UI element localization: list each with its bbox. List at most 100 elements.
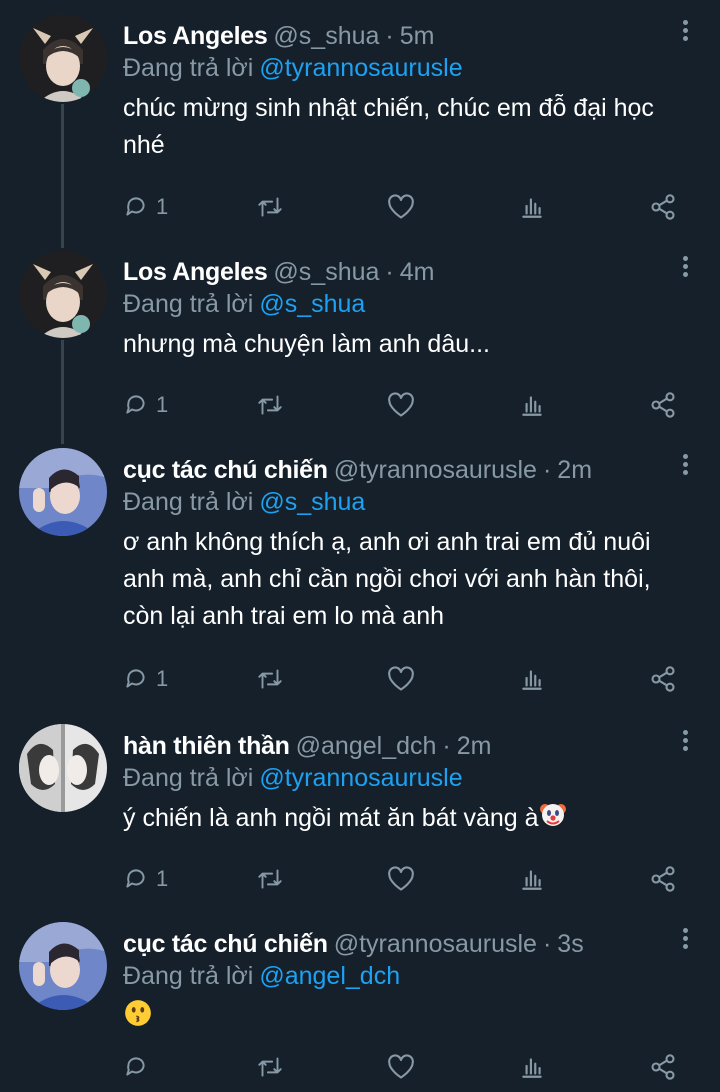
share-button[interactable] [649,864,677,894]
tweet-text: ơ anh không thích ạ, anh ơi anh trai em … [123,528,651,630]
reply-button[interactable]: 1 [123,390,168,420]
user-handle[interactable]: @tyrannosaurusle [334,456,537,484]
display-name[interactable]: Los Angeles [123,258,268,286]
user-handle[interactable]: @tyrannosaurusle [334,930,537,958]
tweet-header: hàn thiên thần @angel_dch · 2m [123,730,660,762]
user-handle[interactable]: @s_shua [273,258,379,286]
reply-button[interactable]: 1 [123,864,168,894]
action-bar [123,1052,683,1084]
retweet-button[interactable] [255,390,285,420]
timestamp[interactable]: 2m [457,732,492,760]
avatar[interactable] [19,724,107,812]
separator-dot: · [542,456,552,484]
clown-face-emoji [539,800,567,839]
avatar[interactable] [19,250,107,338]
tweet-body: ý chiến là anh ngồi mát ăn bát vàng à [123,800,692,839]
share-icon [651,666,675,692]
analytics-button[interactable] [519,390,545,420]
tweet-header: Los Angeles @s_shua · 4m [123,256,660,288]
heart-icon [388,392,414,417]
kissing-face-emoji [123,998,153,1039]
like-button[interactable] [387,664,415,694]
tweet[interactable]: hàn thiên thần @angel_dch · 2m Đang trả lời… [0,710,720,908]
reply-mention[interactable]: @angel_dch [259,962,400,990]
share-icon [651,1054,675,1080]
timestamp[interactable]: 3s [557,930,583,958]
reply-icon [126,869,145,888]
action-bar: 1 [123,864,683,896]
share-button[interactable] [649,1052,677,1082]
retweet-button[interactable] [255,664,285,694]
retweet-icon [258,669,282,689]
user-handle[interactable]: @angel_dch [296,732,437,760]
tweet[interactable]: Los Angeles @s_shua · 4m Đang trả lời @s_shu… [0,236,720,434]
tweet[interactable]: cục tác chú chiến @tyrannosaurusle · 2m Đan… [0,434,720,710]
separator-dot: · [442,732,451,760]
replying-to: Đang trả lời @tyrannosaurusle [123,52,463,84]
more-icon[interactable] [680,256,690,282]
reply-icon [126,197,145,216]
retweet-icon [258,197,282,217]
like-button[interactable] [387,864,415,894]
more-icon[interactable] [680,730,690,756]
replying-to-label: Đang trả lời [123,764,254,792]
analytics-button[interactable] [519,664,545,694]
replying-to-label: Đang trả lời [123,54,254,82]
heart-icon [388,194,414,219]
display-name[interactable]: cục tác chú chiến [123,930,328,958]
reply-mention[interactable]: @s_shua [259,290,365,318]
heart-icon [388,666,414,691]
tweet[interactable]: Los Angeles @s_shua · 5m Đang trả lời @tyran… [0,0,720,236]
retweet-button[interactable] [255,864,285,894]
reply-button[interactable]: 1 [123,664,168,694]
reply-mention[interactable]: @tyrannosaurusle [259,54,462,82]
analytics-button[interactable] [519,1052,545,1082]
timestamp[interactable]: 5m [400,22,435,50]
replying-to: Đang trả lời @angel_dch [123,960,400,992]
reply-button[interactable]: 1 [123,192,168,222]
share-icon [651,866,675,892]
avatar[interactable] [19,448,107,536]
replying-to-label: Đang trả lời [123,290,254,318]
avatar[interactable] [19,14,107,102]
share-button[interactable] [649,390,677,420]
replying-to: Đang trả lời @s_shua [123,288,365,320]
tweet-text: ý chiến là anh ngồi mát ăn bát vàng à [123,804,539,833]
action-bar: 1 [123,390,683,422]
timestamp[interactable]: 4m [400,258,435,286]
avatar[interactable] [19,922,107,1010]
share-icon [651,194,675,220]
user-handle[interactable]: @s_shua [273,22,379,50]
heart-icon [388,866,414,891]
like-button[interactable] [387,192,415,222]
tweet-text: nhưng mà chuyện làm anh dâu... [123,330,490,358]
reply-mention[interactable]: @tyrannosaurusle [259,764,462,792]
analytics-button[interactable] [519,864,545,894]
analytics-button[interactable] [519,192,545,222]
separator-dot: · [385,22,394,50]
more-icon[interactable] [680,454,690,480]
reply-count: 1 [156,194,169,219]
more-icon[interactable] [680,20,690,46]
analytics-icon [522,198,542,218]
retweet-button[interactable] [255,192,285,222]
timestamp[interactable]: 2m [557,456,592,484]
replying-to-label: Đang trả lời [123,488,254,516]
separator-dot: · [542,930,552,958]
share-button[interactable] [649,664,677,694]
more-icon[interactable] [680,928,690,954]
reply-mention[interactable]: @s_shua [259,488,365,516]
replying-to-label: Đang trả lời [123,962,254,990]
analytics-icon [522,670,542,690]
reply-button[interactable] [123,1052,156,1082]
replying-to: Đang trả lời @s_shua [123,486,365,518]
retweet-button[interactable] [255,1052,285,1082]
tweet[interactable]: cục tác chú chiến @tyrannosaurusle · 3s Đan… [0,908,720,1092]
like-button[interactable] [387,390,415,420]
display-name[interactable]: hàn thiên thần [123,732,290,760]
like-button[interactable] [387,1052,415,1082]
share-button[interactable] [649,192,677,222]
display-name[interactable]: cục tác chú chiến [123,456,328,484]
reply-icon [126,669,145,688]
display-name[interactable]: Los Angeles [123,22,268,50]
